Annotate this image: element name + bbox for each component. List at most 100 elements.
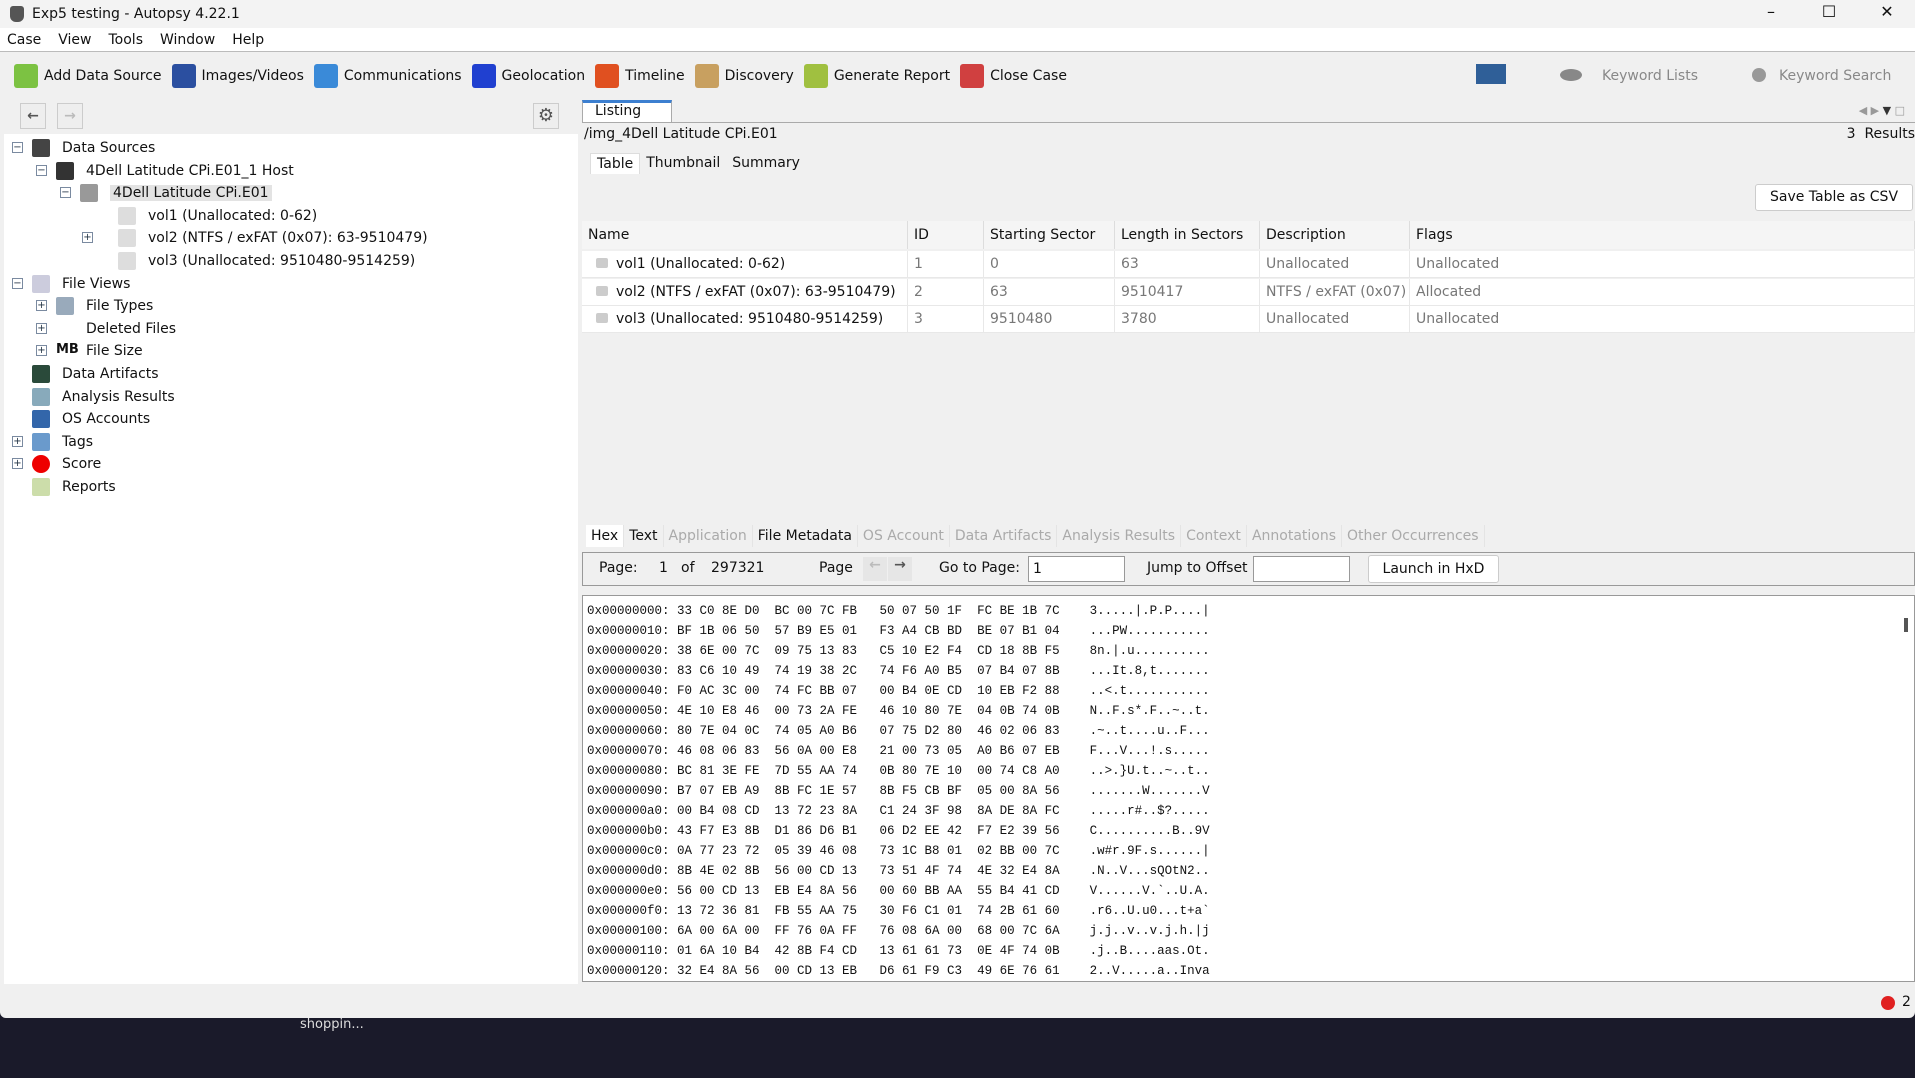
jump-offset-input[interactable] [1253,556,1350,582]
toolbar-geolocation-button[interactable]: Geolocation [471,64,585,88]
tree-expand-toggle[interactable]: + [36,322,47,334]
toolbar-add-data-source-button[interactable]: Add Data Source [14,64,162,88]
tree-node[interactable]: MB File Size [56,340,143,362]
tree-collapse-toggle[interactable]: − [12,142,23,153]
tab-table[interactable]: Table [590,153,641,174]
hex-line: 0x000000d0: 8B 4E 02 8B 56 00 CD 13 73 5… [587,864,1210,878]
hex-toolbar: Page: 1 of 297321 Page ← → Go to Page: 1… [582,552,1915,586]
column-header[interactable]: Name [582,221,908,249]
table-cell: vol2 (NTFS / exFAT (0x07): 63-9510479) [582,278,908,306]
column-header[interactable]: ID [908,221,984,249]
file-types-icon [56,297,74,316]
tree-expand-toggle[interactable]: + [36,300,47,312]
keyword-search-icon [1752,68,1766,82]
tree-node[interactable]: Score [32,453,101,475]
discovery-icon [694,64,719,88]
eye-icon[interactable] [1560,69,1582,81]
tree-node-label: Deleted Files [86,320,177,337]
launch-hxd-button[interactable]: Launch in HxD [1368,555,1499,583]
tree-node[interactable]: Deleted Files [56,318,176,340]
tree-node-label: 4Dell Latitude CPi.E01 [110,185,272,202]
volume-icon [118,206,136,225]
column-header[interactable]: Description [1260,221,1410,249]
tab-file-metadata[interactable]: File Metadata [753,525,858,547]
toolbar-communications-button[interactable]: Communications [313,64,462,88]
table-row[interactable]: vol1 (Unallocated: 0-62) 1 0 63 Unallocated U… [582,251,1915,278]
toolbar-timeline-button[interactable]: Timeline [595,64,685,88]
tab-thumbnail[interactable]: Thumbnail [640,153,726,174]
hex-line: 0x00000120: 32 E4 8A 56 00 CD 13 EB D6 6… [587,964,1210,978]
error-count[interactable]: 2 [1902,994,1911,1010]
tab-nav-controls[interactable]: ◀ ▶ ▼ □ [1859,104,1905,117]
settings-gear-icon[interactable]: ⚙ [533,103,559,129]
tree-expand-toggle[interactable]: + [36,345,47,357]
tree-collapse-toggle[interactable]: − [36,164,47,176]
next-page-button[interactable]: → [888,557,912,581]
tree-collapse-toggle[interactable]: − [12,277,23,289]
tree-node[interactable]: vol2 (NTFS / exFAT (0x07): 63-9510479) [118,227,428,249]
tree-node-label: 4Dell Latitude CPi.E01_1 Host [86,162,294,179]
tree-node-label: Analysis Results [62,388,175,405]
tree-node[interactable]: Data Sources [32,137,155,159]
file-size-icon: MB [56,342,79,358]
hex-view[interactable]: 0x00000000: 33 C0 8E D0 BC 00 7C FB 50 0… [582,595,1915,982]
toolbar-images-videos-button[interactable]: Images/Videos [171,64,304,88]
tree-node[interactable]: Tags [32,431,93,453]
column-header[interactable]: Starting Sector [984,221,1115,249]
tree-node[interactable]: Reports [32,476,116,498]
save-table-csv-button[interactable]: Save Table as CSV [1755,184,1913,211]
maximize-button[interactable]: ☐ [1800,0,1858,28]
keyword-lists-button[interactable]: Keyword Lists [1602,68,1698,84]
table-cell: Unallocated [1260,251,1410,278]
email-icon[interactable] [1476,64,1506,84]
window-title: Exp5 testing - Autopsy 4.22.1 [32,6,240,22]
volume-icon [596,285,608,296]
tab-summary[interactable]: Summary [726,153,806,174]
menu-case[interactable]: Case [7,32,41,48]
tree-node[interactable]: 4Dell Latitude CPi.E01 [80,182,272,204]
minimize-button[interactable]: – [1742,0,1800,28]
hex-scrollbar[interactable] [1904,618,1908,632]
keyword-search-button[interactable]: Keyword Search [1779,68,1891,84]
prev-page-button[interactable]: ← [863,557,887,581]
cell-text: 1 [914,256,923,272]
tree-node[interactable]: Analysis Results [32,386,175,408]
tree-expand-toggle[interactable]: + [12,458,23,470]
navigation-row: ← → ⚙ [0,100,578,132]
forward-button[interactable]: → [57,103,83,129]
toolbar-close-case-button[interactable]: Close Case [960,64,1067,88]
tree-node[interactable]: File Types [56,295,153,317]
tab-hex[interactable]: Hex [586,525,625,547]
table-row[interactable]: vol2 (NTFS / exFAT (0x07): 63-9510479) 2 6… [582,278,1915,306]
table-cell: 2 [908,278,984,306]
table-cell: vol3 (Unallocated: 9510480-9514259) [582,306,908,333]
cell-text: 63 [1121,256,1139,272]
back-button[interactable]: ← [20,103,46,129]
tree-collapse-toggle[interactable]: − [60,187,71,199]
tree-expand-toggle[interactable]: + [12,435,23,447]
tab-listing[interactable]: Listing [582,100,672,122]
tree-node[interactable]: 4Dell Latitude CPi.E01_1 Host [56,160,294,182]
tree-node[interactable]: File Views [32,273,130,295]
tree-expand-toggle[interactable]: + [82,232,93,244]
hex-line: 0x00000090: B7 07 EB A9 8B FC 1E 57 8B F… [587,784,1210,798]
menu-window[interactable]: Window [160,32,215,48]
menu-view[interactable]: View [58,32,91,48]
tab-text[interactable]: Text [624,525,664,547]
tree-node[interactable]: OS Accounts [32,408,150,430]
tab-application: Application [664,525,753,547]
tree-node[interactable]: vol3 (Unallocated: 9510480-9514259) [118,250,415,272]
data-artifacts-icon [32,365,50,383]
tree-node[interactable]: Data Artifacts [32,363,159,385]
menu-help[interactable]: Help [232,32,264,48]
goto-page-input[interactable]: 1 [1028,556,1125,582]
toolbar-discovery-button[interactable]: Discovery [694,64,794,88]
tree-node[interactable]: vol1 (Unallocated: 0-62) [118,205,317,227]
menu-tools[interactable]: Tools [109,32,144,48]
error-icon[interactable] [1881,996,1895,1010]
column-header[interactable]: Length in Sectors [1115,221,1260,249]
column-header[interactable]: Flags [1410,221,1915,249]
table-row[interactable]: vol3 (Unallocated: 9510480-9514259) 3 9510… [582,306,1915,333]
toolbar-generate-report-button[interactable]: Generate Report [803,64,950,88]
close-button[interactable]: ✕ [1858,0,1915,28]
